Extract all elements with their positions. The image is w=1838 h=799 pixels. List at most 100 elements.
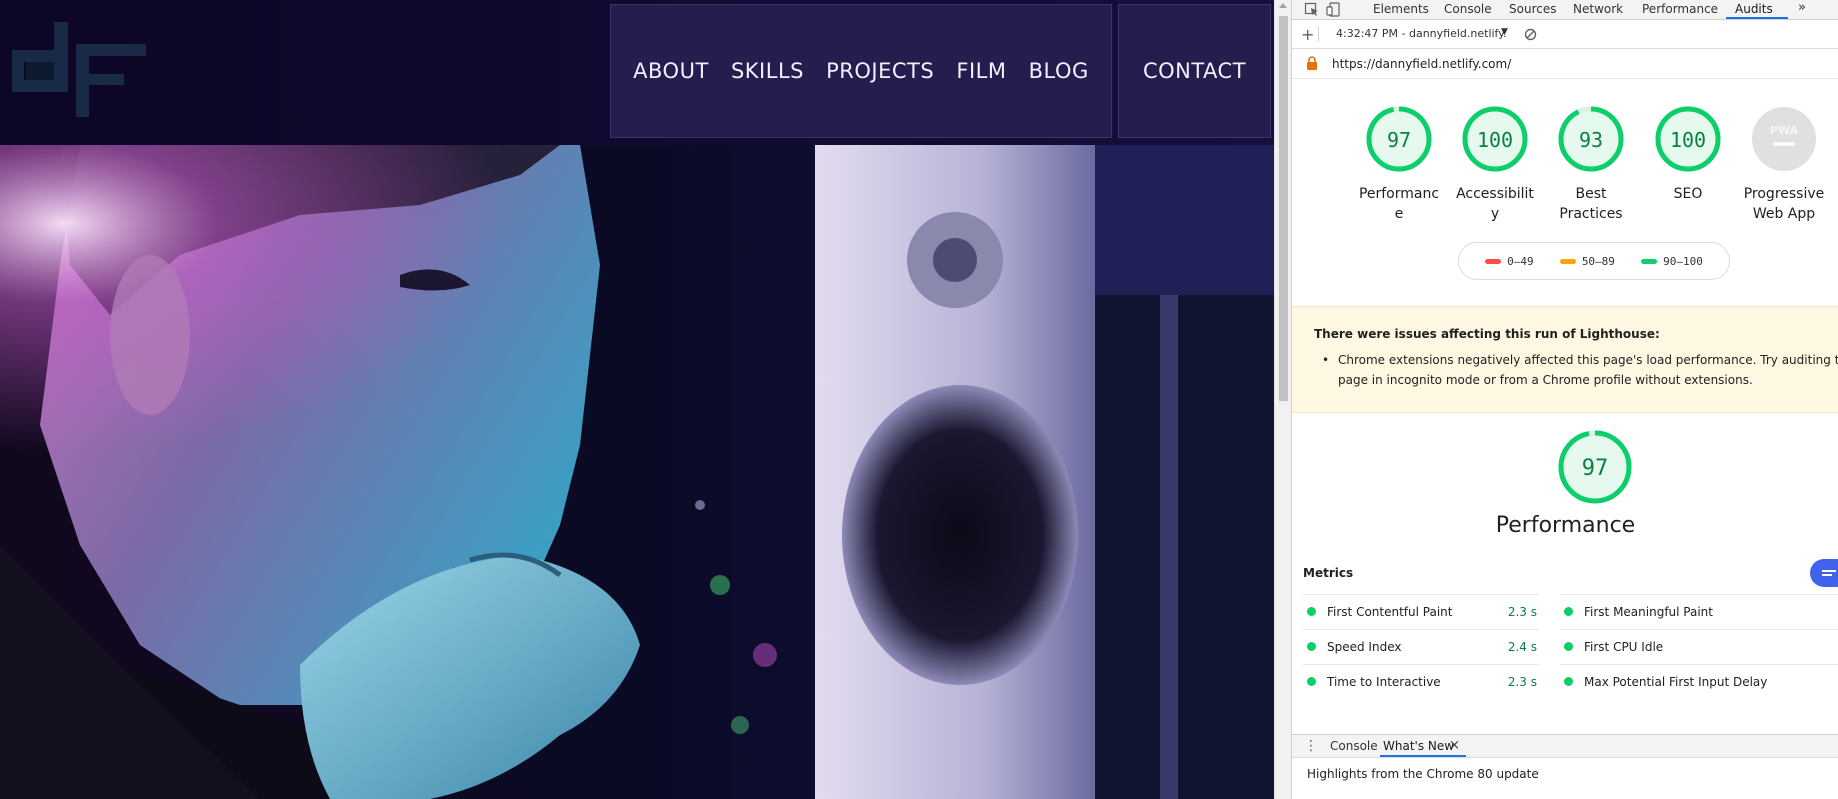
metric-max-potential-fid: Max Potential First Input Delay <box>1560 664 1838 698</box>
gauge-score: 100 <box>1477 128 1513 152</box>
nav-about[interactable]: ABOUT <box>633 59 709 83</box>
metrics-view-toggle[interactable] <box>1810 559 1838 587</box>
nav-projects[interactable]: PROJECTS <box>826 59 934 83</box>
active-tab-indicator <box>1726 17 1788 19</box>
devtools-panel: Elements Console Sources Network Perform… <box>1291 0 1838 799</box>
report-selector[interactable]: 4:32:47 PM - dannyfield.netlify. <box>1336 27 1507 40</box>
metric-first-contentful-paint: First Contentful Paint 2.3 s <box>1303 594 1539 628</box>
legend-item-average: 50–89 <box>1559 254 1615 268</box>
nav-skills[interactable]: SKILLS <box>731 59 804 83</box>
toggle-lines-icon <box>1822 570 1836 576</box>
lighthouse-report: 97 Performance 100 Accessibility 93 Best… <box>1292 80 1838 725</box>
legend-swatch-orange <box>1559 258 1576 264</box>
runtime-warning-box: There were issues affecting this run of … <box>1292 306 1838 413</box>
gauge-pwa[interactable]: PWA Progressive Web App <box>1738 106 1830 224</box>
metric-name: Speed Index <box>1327 639 1402 654</box>
clear-reports-icon[interactable] <box>1524 28 1537 41</box>
gauge-best-practices[interactable]: 93 Best Practices <box>1545 106 1637 224</box>
contact-nav-box: CONTACT <box>1118 4 1271 138</box>
performance-section: 97 Performance Metrics First Contentful … <box>1292 414 1838 725</box>
tab-elements[interactable]: Elements <box>1373 2 1429 16</box>
warning-item: Chrome extensions negatively affected th… <box>1322 350 1838 390</box>
gauge-score: 97 <box>1387 128 1411 152</box>
pass-dot-icon <box>1564 642 1573 651</box>
metrics-heading: Metrics <box>1303 566 1354 580</box>
toolbar-divider <box>1318 26 1319 42</box>
close-tab-icon[interactable]: × <box>1449 738 1460 753</box>
tab-sources[interactable]: Sources <box>1509 2 1556 16</box>
gauge-ring: 100 <box>1655 106 1721 172</box>
more-tabs-icon[interactable]: » <box>1798 0 1806 15</box>
device-toolbar-icon[interactable] <box>1326 2 1342 17</box>
tab-performance[interactable]: Performance <box>1642 2 1718 16</box>
tab-console[interactable]: Console <box>1444 2 1492 16</box>
performance-title: Performance <box>1495 513 1636 538</box>
site-header: ABOUT SKILLS PROJECTS FILM BLOG CONTACT <box>0 0 1274 145</box>
performance-score: 97 <box>1582 456 1609 481</box>
metric-value: 2.4 s <box>1507 639 1537 654</box>
drawer-tab-whats-new[interactable]: What's New <box>1383 739 1454 753</box>
audits-toolbar: + 4:32:47 PM - dannyfield.netlify. ▼ <box>1292 21 1838 49</box>
score-legend: 0–49 50–89 90–100 <box>1458 242 1730 280</box>
gauge-label: Best Practices <box>1559 186 1623 222</box>
main-nav: ABOUT SKILLS PROJECTS FILM BLOG <box>610 4 1112 138</box>
report-url[interactable]: https://dannyfield.netlify.com/ <box>1332 57 1511 71</box>
metric-value: 2.3 s <box>1507 674 1537 689</box>
warning-title: There were issues affecting this run of … <box>1314 327 1660 341</box>
dropdown-caret-icon[interactable]: ▼ <box>1501 27 1508 37</box>
nav-film[interactable]: FILM <box>956 59 1006 83</box>
pass-dot-icon <box>1564 607 1573 616</box>
inspect-element-icon[interactable] <box>1304 2 1320 17</box>
metric-name: First CPU Idle <box>1584 639 1664 654</box>
gauge-performance[interactable]: 97 Performance <box>1353 106 1445 224</box>
drawer-tab-console[interactable]: Console <box>1330 739 1378 753</box>
gauge-label: Accessibility <box>1456 186 1534 222</box>
warning-list: Chrome extensions negatively affected th… <box>1314 350 1838 390</box>
pass-dot-icon <box>1307 607 1316 616</box>
metric-first-cpu-idle: First CPU Idle <box>1560 629 1838 663</box>
tab-network[interactable]: Network <box>1573 2 1623 16</box>
scroll-up-icon[interactable] <box>1279 3 1287 8</box>
tab-audits[interactable]: Audits <box>1735 2 1773 16</box>
drawer-active-indicator <box>1380 755 1466 757</box>
metric-time-to-interactive: Time to Interactive 2.3 s <box>1303 664 1539 698</box>
gauge-label: SEO <box>1673 186 1703 202</box>
gauge-accessibility[interactable]: 100 Accessibility <box>1449 106 1541 224</box>
page-scrollbar[interactable] <box>1274 0 1291 799</box>
pass-dot-icon <box>1307 677 1316 686</box>
pass-dot-icon <box>1307 642 1316 651</box>
legend-swatch-red <box>1485 258 1502 264</box>
drawer-content: Highlights from the Chrome 80 update <box>1292 758 1838 799</box>
nav-blog[interactable]: BLOG <box>1029 59 1089 83</box>
metric-speed-index: Speed Index 2.4 s <box>1303 629 1539 663</box>
gauge-label: Progressive Web App <box>1743 186 1825 222</box>
legend-range: 90–100 <box>1663 254 1703 268</box>
drawer-menu-icon[interactable]: ⋮ <box>1304 737 1318 755</box>
gauge-label: Performance <box>1358 186 1440 222</box>
lock-icon <box>1307 56 1317 70</box>
legend-range: 0–49 <box>1507 254 1534 268</box>
legend-swatch-green <box>1641 258 1658 264</box>
metric-value: 2.3 s <box>1507 604 1537 619</box>
nav-contact[interactable]: CONTACT <box>1143 59 1246 83</box>
new-audit-icon[interactable]: + <box>1301 25 1314 44</box>
report-url-bar: https://dannyfield.netlify.com/ <box>1292 49 1838 79</box>
gauge-seo[interactable]: 100 SEO <box>1642 106 1734 204</box>
pwa-badge-icon: PWA <box>1752 107 1816 171</box>
legend-range: 50–89 <box>1581 254 1615 268</box>
gauge-score: 100 <box>1670 128 1706 152</box>
metric-name: First Contentful Paint <box>1327 604 1453 619</box>
df-logo[interactable] <box>12 22 147 117</box>
gauge-score: 93 <box>1579 128 1603 152</box>
website-viewport: ABOUT SKILLS PROJECTS FILM BLOG CONTACT <box>0 0 1274 799</box>
page-scroll-thumb[interactable] <box>1279 16 1288 401</box>
gauge-ring: 97 <box>1366 106 1432 172</box>
gauge-ring: 100 <box>1462 106 1528 172</box>
devtools-tabbar: Elements Console Sources Network Perform… <box>1292 0 1838 20</box>
whats-new-headline: Highlights from the Chrome 80 update <box>1307 767 1539 781</box>
pwa-badge-text: PWA <box>1770 124 1799 137</box>
legend-item-fail: 0–49 <box>1485 255 1534 268</box>
drawer-tabbar: ⋮ Console What's New × <box>1292 734 1838 758</box>
performance-gauge: 97 <box>1558 430 1632 504</box>
metric-name: Max Potential First Input Delay <box>1584 674 1768 689</box>
